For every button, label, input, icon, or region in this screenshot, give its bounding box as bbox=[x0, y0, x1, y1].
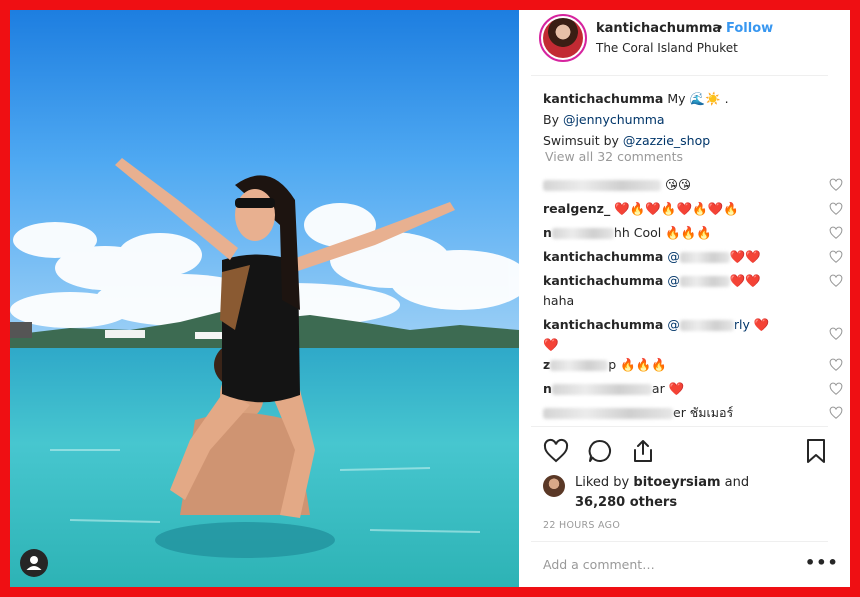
caption-period: . bbox=[724, 91, 729, 106]
liker-username[interactable]: bitoeyrsiam bbox=[633, 475, 720, 490]
wave-emoji: 🌊 bbox=[689, 91, 706, 106]
post-side-panel: kantichachumma • Follow The Coral Island… bbox=[519, 10, 850, 587]
comment-item: n ar ❤️ bbox=[543, 379, 843, 403]
comment-item: z p 🔥🔥🔥 bbox=[543, 355, 843, 379]
heart-icon[interactable] bbox=[829, 406, 843, 420]
heart-icon[interactable] bbox=[829, 250, 843, 264]
comments-list: 😘😘 realgenz_ ❤️🔥❤️🔥❤️🔥❤️🔥 n hh Cool 🔥🔥🔥 k… bbox=[543, 175, 843, 427]
comment-text-line2: ❤️ bbox=[543, 337, 559, 352]
blurred-username bbox=[543, 180, 661, 191]
bookmark-icon[interactable] bbox=[803, 438, 829, 464]
blurred-mention bbox=[679, 252, 730, 263]
blurred-username bbox=[551, 228, 614, 239]
profile-avatar[interactable] bbox=[543, 18, 583, 58]
heart-icon[interactable] bbox=[829, 327, 843, 341]
comment-username[interactable]: kantichachumma bbox=[543, 273, 663, 288]
header-divider bbox=[531, 75, 828, 76]
liked-by-and: and bbox=[720, 475, 750, 490]
heart-icon[interactable] bbox=[829, 202, 843, 216]
comment-text: hh Cool 🔥🔥🔥 bbox=[613, 225, 712, 240]
heart-icon[interactable] bbox=[829, 382, 843, 396]
comment-text: ❤️❤️ bbox=[729, 273, 761, 288]
location-link[interactable]: The Coral Island Phuket bbox=[596, 41, 738, 55]
comment-item: n hh Cool 🔥🔥🔥 bbox=[543, 223, 843, 247]
comment-username[interactable]: realgenz_ bbox=[543, 201, 610, 216]
comment-text: ❤️🔥❤️🔥❤️🔥❤️🔥 bbox=[614, 201, 739, 216]
mention-swimsuit-shop[interactable]: @zazzie_shop bbox=[623, 133, 710, 148]
comment-item: kantichachumma @ ❤️❤️ haha bbox=[543, 271, 843, 311]
comment-mention[interactable]: @ bbox=[667, 273, 680, 288]
caption-line-1: kantichachumma My 🌊☀️ . bbox=[543, 88, 833, 109]
comment-mention[interactable]: @ bbox=[667, 249, 680, 264]
comment-username[interactable]: kantichachumma bbox=[543, 249, 663, 264]
liked-by-text: Liked by bitoeyrsiam and 36,280 others bbox=[575, 473, 795, 513]
add-comment-input[interactable] bbox=[543, 557, 763, 572]
comment-text: ❤️ bbox=[753, 317, 770, 332]
heart-icon[interactable] bbox=[829, 358, 843, 372]
blurred-username bbox=[551, 384, 652, 395]
beach-photo-illustration bbox=[10, 10, 519, 587]
post-timestamp[interactable]: 22 HOURS AGO bbox=[543, 520, 620, 531]
comment-item: kantichachumma @ ❤️❤️ bbox=[543, 247, 843, 271]
blurred-mention bbox=[679, 276, 730, 287]
comment-username[interactable]: kantichachumma bbox=[543, 317, 663, 332]
header-username[interactable]: kantichachumma bbox=[596, 21, 721, 36]
caption-swimsuit-prefix: Swimsuit by bbox=[543, 133, 623, 148]
comment-box-divider bbox=[531, 541, 828, 542]
story-ring[interactable] bbox=[539, 14, 587, 62]
comment-mention-tail[interactable]: rly bbox=[734, 317, 750, 332]
caption-text: My bbox=[667, 91, 686, 106]
comment-username[interactable]: n bbox=[543, 225, 552, 240]
share-icon[interactable] bbox=[630, 438, 656, 464]
comment-text: p 🔥🔥🔥 bbox=[608, 357, 667, 372]
comment-text: ar ❤️ bbox=[651, 381, 685, 396]
caption-line-3: Swimsuit by @zazzie_shop bbox=[543, 130, 833, 151]
post-photo[interactable] bbox=[10, 10, 519, 587]
heart-icon[interactable] bbox=[829, 226, 843, 240]
post-header: kantichachumma • Follow The Coral Island… bbox=[519, 10, 850, 76]
heart-icon[interactable] bbox=[829, 178, 843, 192]
liker-avatar[interactable] bbox=[543, 475, 565, 497]
more-options-icon[interactable]: ••• bbox=[805, 553, 839, 572]
post-caption: kantichachumma My 🌊☀️ . By @jennychumma … bbox=[543, 88, 833, 151]
view-all-comments-link[interactable]: View all 32 comments bbox=[545, 149, 683, 164]
comment-item: 😘😘 bbox=[543, 175, 843, 199]
blurred-mention bbox=[679, 320, 734, 331]
caption-line-2: By @jennychumma bbox=[543, 109, 833, 130]
blurred-username bbox=[550, 360, 609, 371]
mention-photographer[interactable]: @jennychumma bbox=[563, 112, 665, 127]
actions-divider bbox=[531, 426, 828, 427]
separator-dot: • bbox=[716, 21, 724, 36]
tagged-users-button[interactable] bbox=[20, 549, 48, 577]
likes-count[interactable]: 36,280 others bbox=[575, 495, 677, 510]
comment-username[interactable]: z bbox=[543, 357, 550, 372]
comment-text: er ชัมเมอร์ bbox=[673, 405, 734, 420]
person-icon bbox=[26, 556, 42, 570]
liked-by-prefix: Liked by bbox=[575, 475, 634, 490]
caption-username[interactable]: kantichachumma bbox=[543, 91, 663, 106]
comment-item: kantichachumma @ rly ❤️ ❤️ bbox=[543, 315, 843, 355]
like-heart-icon[interactable] bbox=[543, 438, 569, 464]
comment-username[interactable]: n bbox=[543, 381, 552, 396]
sun-emoji: ☀️ bbox=[705, 91, 721, 106]
blurred-username bbox=[543, 408, 673, 419]
comment-item: er ชัมเมอร์ bbox=[543, 403, 843, 427]
comment-bubble-icon[interactable] bbox=[587, 438, 613, 464]
follow-button[interactable]: Follow bbox=[726, 21, 773, 36]
comment-text: ❤️❤️ bbox=[729, 249, 761, 264]
comment-text: 😘😘 bbox=[664, 177, 692, 192]
comment-item: realgenz_ ❤️🔥❤️🔥❤️🔥❤️🔥 bbox=[543, 199, 843, 223]
comment-text-line2: haha bbox=[543, 293, 575, 308]
caption-by-prefix: By bbox=[543, 112, 563, 127]
heart-icon[interactable] bbox=[829, 274, 843, 288]
comment-mention[interactable]: @ bbox=[667, 317, 680, 332]
